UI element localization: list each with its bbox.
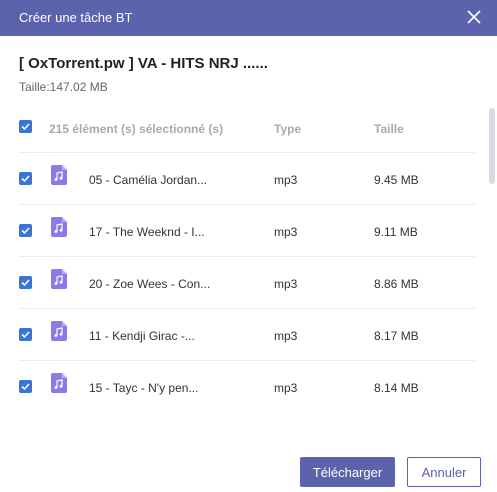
file-checkbox[interactable]: [19, 224, 32, 237]
dialog-titlebar: Créer une tâche BT: [0, 0, 497, 36]
file-checkbox[interactable]: [19, 328, 32, 341]
file-row[interactable]: 05 - Camélia Jordan... mp3 9.45 MB: [19, 152, 475, 205]
file-type: mp3: [274, 225, 298, 239]
file-checkbox[interactable]: [19, 380, 32, 393]
torrent-size: Taille:147.02 MB: [19, 80, 108, 94]
audio-file-icon: [51, 321, 67, 346]
select-all-checkbox[interactable]: [19, 120, 32, 133]
audio-file-icon: [51, 373, 67, 396]
file-type: mp3: [274, 329, 298, 343]
file-name: 20 - Zoe Wees - Con...: [89, 277, 211, 291]
file-type: mp3: [274, 381, 298, 395]
file-checkbox[interactable]: [19, 172, 32, 185]
file-name: 11 - Kendji Girac -...: [89, 329, 195, 343]
file-row[interactable]: 20 - Zoe Wees - Con... mp3 8.86 MB: [19, 256, 475, 309]
file-size: 8.86 MB: [374, 277, 419, 291]
close-icon[interactable]: [467, 10, 481, 24]
file-size: 8.17 MB: [374, 329, 419, 343]
file-name: 15 - Tayc - N'y pen...: [89, 381, 199, 395]
audio-file-icon: [51, 217, 67, 242]
audio-file-icon: [51, 165, 67, 190]
file-name: 05 - Camélia Jordan...: [89, 173, 208, 187]
file-list: 215 élément (s) sélectionné (s) Type Tai…: [0, 106, 497, 396]
dialog-title: Créer une tâche BT: [19, 10, 133, 25]
file-row[interactable]: 11 - Kendji Girac -... mp3 8.17 MB: [19, 308, 475, 361]
cancel-button[interactable]: Annuler: [407, 457, 481, 487]
audio-file-icon: [51, 269, 67, 294]
file-type: mp3: [274, 277, 298, 291]
torrent-name: [ OxTorrent.pw ] VA - HITS NRJ ......: [19, 55, 268, 72]
scrollbar-thumb[interactable]: [489, 108, 495, 184]
file-size: 8.14 MB: [374, 381, 419, 395]
column-header-type[interactable]: Type: [274, 122, 301, 136]
download-button[interactable]: Télécharger: [300, 457, 395, 487]
selection-count: 215 élément (s) sélectionné (s): [49, 122, 224, 136]
file-type: mp3: [274, 173, 298, 187]
file-checkbox[interactable]: [19, 276, 32, 289]
file-size: 9.45 MB: [374, 173, 419, 187]
file-row[interactable]: 17 - The Weeknd - I... mp3 9.11 MB: [19, 204, 475, 257]
file-list-header: 215 élément (s) sélectionné (s) Type Tai…: [19, 106, 475, 152]
column-header-size[interactable]: Taille: [374, 122, 404, 136]
file-row[interactable]: 15 - Tayc - N'y pen... mp3 8.14 MB: [19, 360, 475, 396]
file-size: 9.11 MB: [374, 225, 418, 239]
file-name: 17 - The Weeknd - I...: [89, 225, 205, 239]
